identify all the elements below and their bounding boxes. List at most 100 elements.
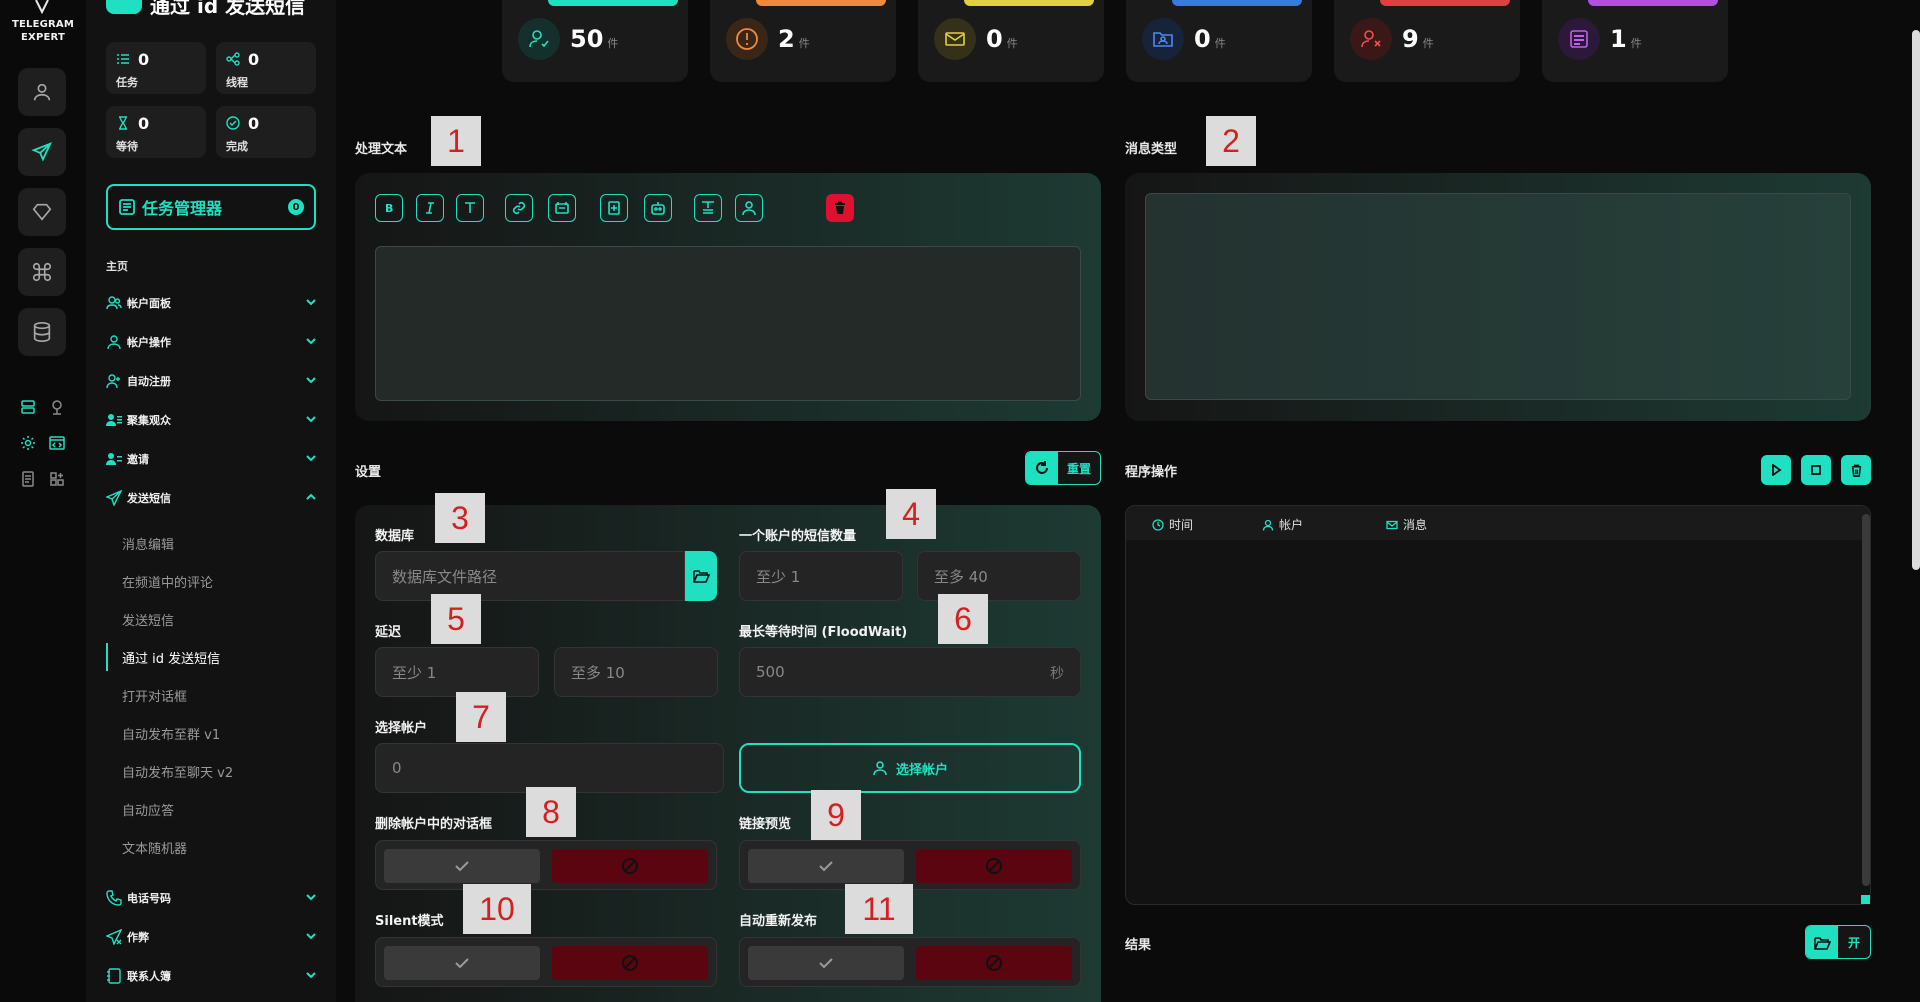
link-icon (512, 201, 526, 215)
nav-label: 帐户操作 (127, 336, 171, 349)
rail-database-button[interactable] (18, 308, 66, 356)
start-button[interactable] (1761, 455, 1791, 485)
link-button[interactable] (505, 194, 533, 222)
mention-button[interactable] (735, 194, 763, 222)
accent-bar (1380, 0, 1510, 6)
toggle-off-button[interactable] (552, 849, 708, 883)
page-scrollbar[interactable] (1912, 30, 1920, 570)
icon-rail: TELEGRAM EXPERT (0, 0, 86, 1002)
chevron-down-icon (306, 894, 316, 901)
toggle-on-button[interactable] (384, 849, 540, 883)
floodwait-input[interactable]: 500 秒 (739, 647, 1081, 697)
toggle-off-button[interactable] (916, 849, 1072, 883)
rail-settings-icon[interactable] (17, 432, 39, 454)
toggle-on-button[interactable] (748, 849, 904, 883)
toggle-on-button[interactable] (748, 946, 904, 980)
toggle-on-button[interactable] (384, 946, 540, 980)
nav-gather-audience[interactable]: 聚集观众 (106, 408, 318, 432)
subnav-autopost-group-v1[interactable]: 自动发布至群 v1 (106, 719, 318, 747)
nav-account-ops[interactable]: 帐户操作 (106, 330, 318, 354)
rail-document-icon[interactable] (17, 468, 39, 490)
subnav-channel-comments[interactable]: 在频道中的评论 (106, 567, 318, 595)
user-icon (33, 83, 51, 101)
bold-button[interactable]: B (375, 194, 403, 222)
stop-button[interactable] (1801, 455, 1831, 485)
nav-account-panel[interactable]: 帐户面板 (106, 291, 318, 315)
template-button[interactable] (694, 194, 722, 222)
text-style-button[interactable] (456, 194, 484, 222)
rail-diamond-button[interactable] (18, 188, 66, 236)
subnav-text-randomizer[interactable]: 文本随机器 (106, 833, 318, 861)
sidebar: 0 任务 0 线程 0 等待 0 完成 任务管理器 0 主页 帐户面板 帐户操作… (86, 0, 336, 1002)
rail-apps-icon[interactable] (46, 468, 68, 490)
rail-command-button[interactable] (18, 248, 66, 296)
select-accounts-button[interactable]: 选择帐户 (739, 743, 1081, 793)
delay-max-input[interactable]: 至多 10 (554, 647, 718, 697)
mail-icon (1386, 520, 1398, 529)
nav-phone-numbers[interactable]: 电话号码 (106, 886, 318, 910)
stat-value: 2件 (778, 25, 810, 53)
sidebar-stat-threads: 0 线程 (216, 42, 316, 94)
marker-8: 8 (526, 787, 576, 837)
nav-contacts[interactable]: 联系人簿 (106, 964, 318, 988)
spoiler-button[interactable] (548, 194, 576, 222)
subnav-autopost-chat-v2[interactable]: 自动发布至聊天 v2 (106, 757, 318, 785)
accent-bar (1588, 0, 1718, 6)
top-stat-warning: 2件 (710, 0, 896, 82)
sms-min-input[interactable]: 至少 1 (739, 551, 903, 601)
marker-6: 6 (938, 594, 988, 644)
subnav-send-by-id[interactable]: 通过 id 发送短信 (106, 643, 318, 671)
file-button[interactable] (600, 194, 628, 222)
subnav-message-edit[interactable]: 消息编辑 (106, 529, 318, 557)
checklist-icon (1558, 18, 1600, 60)
database-browse-button[interactable] (685, 551, 717, 601)
bot-button[interactable] (644, 194, 672, 222)
logo-icon (35, 0, 49, 14)
marker-3: 3 (435, 493, 485, 543)
task-manager-button[interactable]: 任务管理器 0 (106, 184, 316, 230)
link-preview-toggle (739, 840, 1081, 890)
rail-server-icon[interactable] (17, 396, 39, 418)
clear-log-button[interactable] (1841, 455, 1871, 485)
subnav-auto-reply[interactable]: 自动应答 (106, 795, 318, 823)
nav-invite[interactable]: 邀请 (106, 447, 318, 471)
rail-webcam-icon[interactable] (46, 396, 68, 418)
rail-code-window-icon[interactable] (46, 432, 68, 454)
open-results-button[interactable]: 开 (1805, 925, 1871, 959)
message-text-area[interactable] (375, 246, 1081, 401)
toggle-off-button[interactable] (916, 946, 1072, 980)
user-icon (1262, 519, 1274, 531)
delay-min-input[interactable]: 至少 1 (375, 647, 539, 697)
stat-value: 0 (138, 50, 150, 69)
subnav-open-dialog[interactable]: 打开对话框 (106, 681, 318, 709)
stat-value: 0件 (1194, 25, 1226, 53)
log-scrollbar[interactable] (1862, 514, 1870, 886)
selected-accounts-count: 0 (375, 743, 724, 793)
clear-text-button[interactable] (826, 194, 854, 222)
delete-dialogs-label: 删除帐户中的对话框 (375, 817, 493, 832)
ban-icon (622, 858, 638, 874)
file-add-icon (608, 201, 620, 215)
nav-label: 电话号码 (127, 892, 171, 905)
marker-11: 11 (845, 884, 913, 934)
database-input[interactable]: 数据库文件路径 (375, 551, 685, 601)
reset-button[interactable]: 重置 (1025, 451, 1101, 485)
italic-button[interactable] (416, 194, 444, 222)
auto-repost-toggle (739, 937, 1081, 987)
subnav-send-sms[interactable]: 发送短信 (106, 605, 318, 633)
rail-accounts-button[interactable] (18, 68, 66, 116)
nav-send-sms[interactable]: 发送短信 (106, 486, 318, 510)
message-type-box[interactable] (1145, 193, 1851, 400)
log-resize-handle[interactable] (1861, 895, 1870, 904)
database-label: 数据库 (375, 529, 415, 544)
accent-bar (1172, 0, 1302, 6)
stat-label: 任务 (116, 76, 138, 89)
nav-auto-register[interactable]: 自动注册 (106, 369, 318, 393)
ban-icon (986, 955, 1002, 971)
toggle-off-button[interactable] (552, 946, 708, 980)
stat-label: 线程 (226, 76, 248, 89)
database-icon (33, 322, 51, 342)
nav-cheat[interactable]: 作弊 (106, 925, 318, 949)
contacts-icon (107, 968, 121, 984)
rail-send-button[interactable] (18, 128, 66, 176)
